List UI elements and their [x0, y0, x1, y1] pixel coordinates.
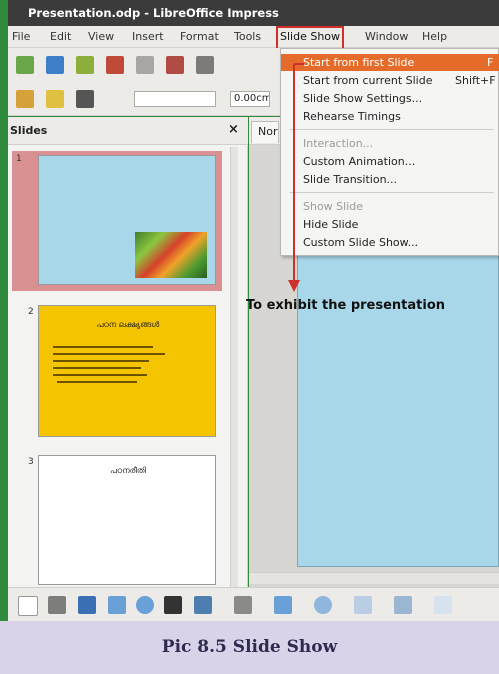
ellipse-tool-icon[interactable] [136, 596, 154, 614]
annotation-arrow [288, 63, 304, 292]
menu-item-label: Hide Slide [303, 218, 359, 231]
fontwork-icon[interactable] [194, 596, 212, 614]
menu-view[interactable]: View [88, 26, 114, 48]
vegetables-image [135, 232, 207, 278]
tab-normal[interactable]: Nor [251, 121, 279, 143]
flowchart-icon[interactable] [394, 596, 412, 614]
menu-item-label: Show Slide [303, 200, 364, 213]
slide-2-title: പഠന ലക്ഷ്യങ്ങൾ [96, 320, 160, 329]
menu-window[interactable]: Window [365, 26, 408, 48]
horizontal-scrollbar[interactable] [249, 572, 499, 584]
menu-tools[interactable]: Tools [234, 26, 261, 48]
edit-document-icon[interactable] [136, 56, 154, 74]
menu-file[interactable]: File [12, 26, 30, 48]
slide-thumbnail-3[interactable]: പഠനരീതി [38, 455, 216, 585]
slides-pane-header: Slides × [8, 117, 248, 145]
menu-item-label: Interaction... [303, 137, 374, 150]
menu-item-custom-slide-show[interactable]: Custom Slide Show... [281, 234, 499, 251]
menu-item-label: Rehearse Timings [303, 110, 401, 123]
line-tool-icon[interactable] [48, 596, 66, 614]
symbol-shapes-icon[interactable] [314, 596, 332, 614]
slide-thumbnail-1[interactable] [38, 155, 216, 285]
line-width-value: 0.00cm [234, 93, 270, 104]
menu-format[interactable]: Format [180, 26, 219, 48]
tab-normal-label: Nor [258, 125, 278, 138]
slide-2-text-line [53, 374, 147, 376]
rectangle-tool-icon[interactable] [108, 596, 126, 614]
figure-caption: Pic 8.5 Slide Show [161, 637, 338, 657]
menu-item-label: Start from current Slide [303, 74, 433, 87]
slide-number-1: 1 [16, 154, 22, 164]
menu-item-shortcut: F [487, 56, 494, 69]
menu-item-label: Custom Animation... [303, 155, 416, 168]
styles-icon[interactable] [16, 90, 34, 108]
slides-pane: Slides × 1 2 പഠന ലക്ഷ്യങ്ങൾ 3 പഠനരീതി [8, 117, 248, 587]
text-tool-icon[interactable] [164, 596, 182, 614]
drawing-toolbar [8, 587, 499, 621]
slide-thumbnail-2[interactable]: പഠന ലക്ഷ്യങ്ങൾ [38, 305, 216, 437]
menu-separator [289, 192, 494, 193]
menu-item-label: Start from first Slide [303, 56, 415, 69]
window-title: Presentation.odp - LibreOffice Impress [28, 6, 279, 20]
menu-item-hide-slide[interactable]: Hide Slide [281, 216, 499, 233]
slide-2-text-line [53, 346, 153, 348]
slide-number-2: 2 [28, 307, 34, 317]
menu-item-label: Slide Show Settings... [303, 92, 423, 105]
arrow-style-icon[interactable] [76, 90, 94, 108]
menu-separator [289, 129, 494, 130]
slide-2-text-line [57, 381, 137, 383]
slide-2-text-line [53, 353, 165, 355]
new-document-icon[interactable] [16, 56, 34, 74]
menu-edit[interactable]: Edit [50, 26, 71, 48]
templates-icon[interactable] [46, 56, 64, 74]
close-icon[interactable]: × [228, 122, 239, 137]
print-icon[interactable] [196, 56, 214, 74]
line-width-field[interactable]: 0.00cm [230, 91, 270, 107]
select-pointer-icon[interactable] [18, 596, 38, 616]
annotation-label: To exhibit the presentation [246, 298, 446, 313]
menu-item-rehearse-timings[interactable]: Rehearse Timings [281, 108, 499, 125]
slide-2-text-line [53, 360, 149, 362]
connector-tool-icon[interactable] [234, 596, 252, 614]
window-titlebar: Presentation.odp - LibreOffice Impress [8, 0, 499, 26]
menu-item-start-from-current-slide[interactable]: Start from current Slide Shift+F [281, 72, 499, 89]
menu-item-show-slide: Show Slide [281, 198, 499, 215]
slide-canvas[interactable] [297, 237, 499, 567]
slide-3-title: പഠനരീതി [110, 466, 146, 475]
slide-show-menu: Start from first Slide F Start from curr… [280, 48, 499, 256]
menu-item-slide-show-settings[interactable]: Slide Show Settings... [281, 90, 499, 107]
annotation-arrow-head [288, 280, 300, 292]
block-arrows-icon[interactable] [354, 596, 372, 614]
menu-item-label: Custom Slide Show... [303, 236, 419, 249]
menu-item-label: Slide Transition... [303, 173, 398, 186]
menu-insert[interactable]: Insert [132, 26, 164, 48]
menu-bar: File Edit View Insert Format Tools Slide… [8, 26, 499, 52]
save-icon[interactable] [106, 56, 124, 74]
slide-2-text-line [53, 367, 141, 369]
export-pdf-icon[interactable] [166, 56, 184, 74]
arrow-line-icon[interactable] [78, 596, 96, 614]
slides-pane-scrollbar[interactable] [230, 147, 238, 587]
open-icon[interactable] [76, 56, 94, 74]
slide-number-3: 3 [28, 457, 34, 467]
menu-item-custom-animation[interactable]: Custom Animation... [281, 153, 499, 170]
menu-help[interactable]: Help [422, 26, 447, 48]
slide-thumbnail-1-selection[interactable]: 1 [12, 151, 222, 291]
slides-pane-title: Slides [10, 124, 48, 137]
menu-item-start-from-first-slide[interactable]: Start from first Slide F [281, 54, 499, 71]
caption-bar: Pic 8.5 Slide Show [0, 621, 499, 674]
line-style-select[interactable] [134, 91, 216, 107]
basic-shapes-icon[interactable] [274, 596, 292, 614]
fill-bucket-icon[interactable] [46, 90, 64, 108]
menu-item-shortcut: Shift+F [455, 74, 496, 87]
menu-item-interaction: Interaction... [281, 135, 499, 152]
menu-item-slide-transition[interactable]: Slide Transition... [281, 171, 499, 188]
callouts-icon[interactable] [434, 596, 452, 614]
